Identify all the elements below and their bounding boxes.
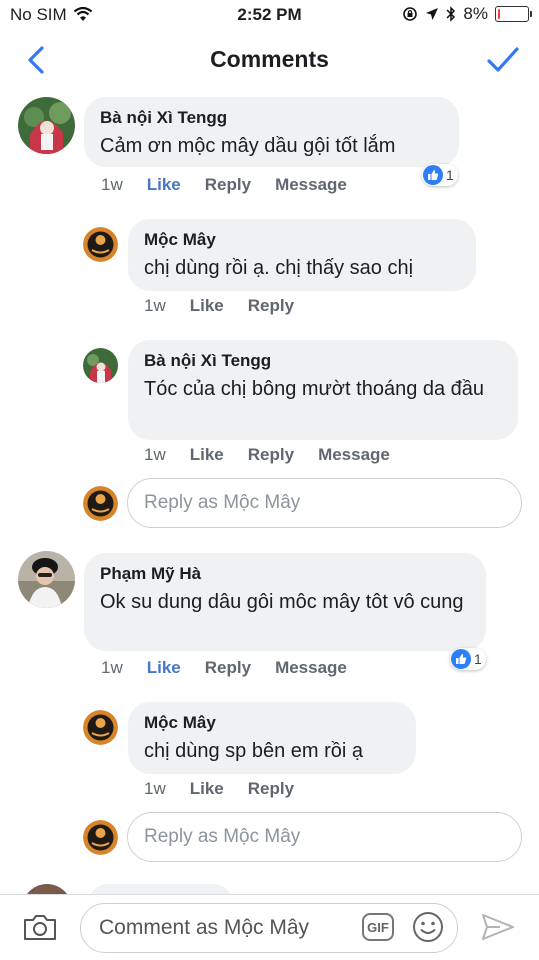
reaction-count: 1 — [446, 167, 454, 183]
like-button[interactable]: Like — [190, 445, 224, 465]
location-icon — [426, 8, 439, 20]
comment-composer: Comment as Mộc Mây GIF — [0, 894, 539, 960]
reply-button[interactable]: Reply — [205, 658, 251, 678]
reaction-count: 1 — [474, 651, 482, 667]
reply-author[interactable]: Mộc Mây — [144, 230, 460, 250]
avatar[interactable] — [18, 551, 75, 608]
nav-bar: Comments — [0, 32, 539, 88]
emoji-icon[interactable] — [412, 911, 444, 943]
reply-button[interactable]: Reply — [248, 296, 294, 316]
reply-time: 1w — [144, 445, 166, 464]
reply-button[interactable]: Reply — [248, 445, 294, 465]
reply-time: 1w — [144, 296, 166, 315]
moc-may-logo-avatar — [83, 710, 118, 745]
chevron-left-icon[interactable] — [22, 44, 50, 76]
avatar-photo — [83, 348, 118, 383]
reply-button[interactable]: Reply — [248, 779, 294, 799]
reply-author[interactable]: Mộc Mây — [144, 713, 400, 733]
comment-time: 1w — [101, 175, 123, 194]
avatar[interactable] — [18, 97, 75, 154]
comment-text: Cảm ơn mộc mây dầu gội tốt lắm — [100, 135, 396, 157]
bluetooth-icon — [446, 6, 456, 22]
avatar[interactable] — [83, 710, 118, 745]
battery-percent: 8% — [463, 4, 488, 23]
reply-button[interactable]: Reply — [205, 175, 251, 195]
comment-author[interactable]: Phạm Mỹ Hà — [100, 564, 470, 584]
reaction-badge[interactable]: 1 — [450, 648, 486, 670]
avatar-photo — [18, 551, 75, 608]
battery-level — [498, 9, 500, 19]
comment-time: 1w — [101, 658, 123, 677]
checkmark-icon[interactable] — [485, 44, 521, 76]
comment-bubble: Bà nội Xì Tengg Cảm ơn mộc mây dầu gội t… — [84, 97, 459, 167]
avatar[interactable] — [83, 348, 118, 383]
thumbs-up-icon — [451, 649, 471, 669]
comment-text: Ok su dung dâu gôi môc mây tôt vô cung — [100, 591, 464, 613]
reply-bubble: Mộc Mây chị dùng rồi ạ. chị thấy sao chị — [128, 219, 476, 291]
camera-icon[interactable] — [22, 911, 58, 943]
gif-button[interactable]: GIF — [362, 913, 394, 941]
comment-actions: 1w Like Reply Message — [101, 175, 371, 195]
comment-bubble: Phạm Mỹ Hà Ok su dung dâu gôi môc mây tô… — [84, 553, 486, 651]
avatar-photo — [18, 97, 75, 154]
reply-actions: 1w Like Reply — [144, 296, 318, 316]
avatar — [83, 820, 118, 855]
reply-input[interactable]: Reply as Mộc Mây — [127, 478, 522, 528]
reply-actions: 1w Like Reply Message — [144, 445, 414, 465]
moc-may-logo-avatar — [83, 227, 118, 262]
message-button[interactable]: Message — [275, 175, 347, 195]
moc-may-logo-avatar — [83, 486, 118, 521]
reply-text: chị dùng rồi ạ. chị thấy sao chị — [144, 257, 414, 279]
thumbs-up-icon — [423, 165, 443, 185]
reply-time: 1w — [144, 779, 166, 798]
avatar[interactable] — [83, 227, 118, 262]
reaction-badge[interactable]: 1 — [422, 164, 458, 186]
status-indicators: 8% — [402, 4, 532, 24]
message-button[interactable]: Message — [275, 658, 347, 678]
comment-author[interactable]: Bà nội Xì Tengg — [100, 108, 443, 128]
comment-actions: 1w Like Reply Message — [101, 658, 371, 678]
like-button[interactable]: Like — [190, 779, 224, 799]
reply-bubble: Mộc Mây chị dùng sp bên em rồi ạ — [128, 702, 416, 774]
moc-may-logo-avatar — [83, 820, 118, 855]
send-icon[interactable] — [480, 911, 516, 943]
reply-text: chị dùng sp bên em rồi ạ — [144, 740, 364, 762]
page-title: Comments — [210, 46, 329, 72]
rotation-lock-icon — [403, 7, 418, 21]
like-button[interactable]: Like — [190, 296, 224, 316]
like-button[interactable]: Like — [147, 658, 181, 678]
message-button[interactable]: Message — [318, 445, 390, 465]
avatar — [83, 486, 118, 521]
reply-author[interactable]: Bà nội Xì Tengg — [144, 351, 502, 371]
status-bar: No SIM 2:52 PM 8% — [0, 0, 539, 32]
battery-icon — [495, 6, 532, 22]
like-button[interactable]: Like — [147, 175, 181, 195]
reply-bubble: Bà nội Xì Tengg Tóc của chị bông mườt th… — [128, 340, 518, 440]
reply-text: Tóc của chị bông mườt thoáng da đầu — [144, 378, 485, 400]
reply-actions: 1w Like Reply — [144, 779, 318, 799]
reply-input[interactable]: Reply as Mộc Mây — [127, 812, 522, 862]
comment-input[interactable]: Comment as Mộc Mây — [80, 903, 458, 953]
